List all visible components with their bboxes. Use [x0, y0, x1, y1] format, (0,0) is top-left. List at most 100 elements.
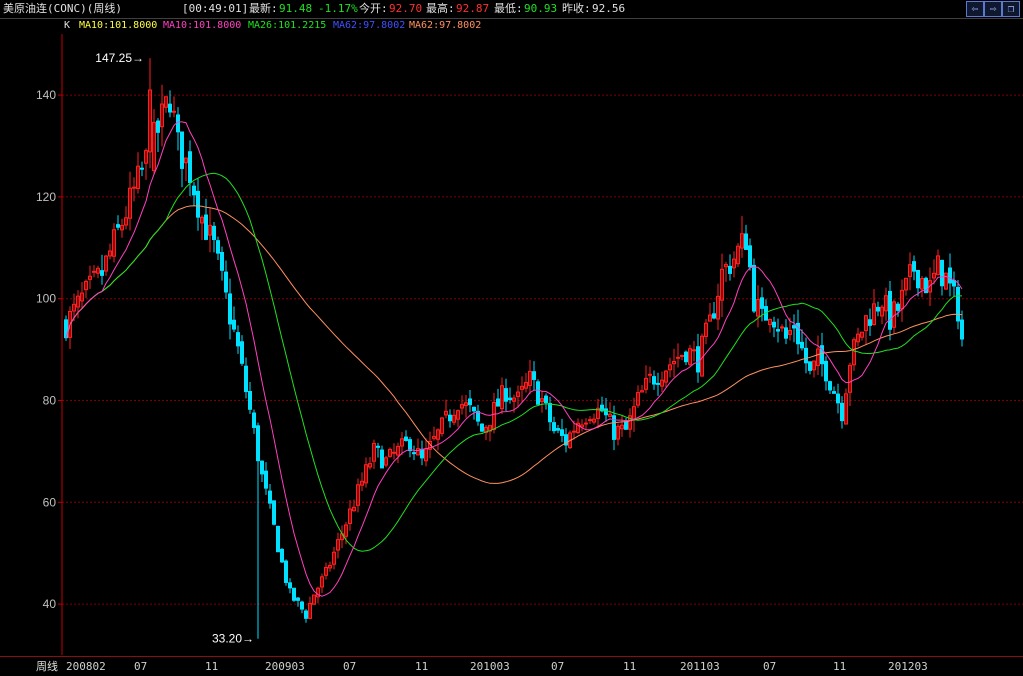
- candle-body: [92, 270, 96, 273]
- candle-body: [248, 391, 252, 410]
- candle-body: [276, 525, 280, 553]
- clock-time: [00:49:01]: [182, 2, 249, 15]
- candle-body: [268, 490, 272, 504]
- candle-body: [296, 597, 300, 601]
- candle-body: [132, 186, 136, 189]
- high-label: 最高:: [426, 2, 455, 15]
- candle-body: [448, 414, 452, 422]
- candle-body: [260, 460, 264, 475]
- candle-body: [748, 245, 752, 268]
- scroll-right-button[interactable]: ⇨: [984, 1, 1002, 17]
- change-percent: -1.17%: [318, 2, 358, 15]
- legend-ma10-yellow: MA10:101.8000: [79, 20, 158, 31]
- candle-body: [752, 264, 756, 312]
- candle-body: [832, 391, 836, 394]
- candle-body: [712, 313, 716, 319]
- candle-body: [552, 422, 556, 432]
- candle-body: [728, 265, 732, 274]
- candle-body: [808, 361, 812, 371]
- candle-body: [840, 402, 844, 422]
- candle-body: [824, 360, 828, 382]
- low-label: 最低:: [494, 2, 523, 15]
- candle-body: [504, 388, 508, 402]
- candle-body: [652, 376, 656, 385]
- candle-body: [216, 240, 220, 254]
- restore-button[interactable]: ❐: [1002, 1, 1020, 17]
- candle-body: [192, 185, 196, 196]
- candle-body: [868, 319, 872, 326]
- candle-body: [888, 290, 892, 330]
- x-tick-label: 200903: [265, 660, 305, 673]
- candle-body: [288, 582, 292, 589]
- candle-body: [168, 103, 172, 113]
- header-bar: 美原油连(CONC)(周线) [00:49:01] 最新: 91.48 -1.1…: [0, 0, 1023, 19]
- candle-body: [696, 346, 700, 373]
- candle-body: [604, 408, 608, 416]
- legend-ma26: MA26:101.2215: [248, 20, 327, 31]
- candle-body: [744, 233, 748, 250]
- candlestick-chart: 40 60 80 100 120 140 147.25→ 33.20→: [36, 34, 1023, 655]
- candle-body: [916, 269, 920, 289]
- x-tick-label: 07: [551, 660, 565, 673]
- low-annotation: 33.20→: [212, 632, 254, 646]
- candle-body: [800, 341, 804, 349]
- candle-body: [656, 382, 660, 385]
- candle-body: [876, 306, 880, 312]
- candle-body: [304, 610, 308, 619]
- candle-body: [480, 423, 484, 432]
- candle-body: [172, 110, 176, 113]
- x-tick-label: 07: [134, 660, 148, 673]
- x-tick-label: 201003: [470, 660, 510, 673]
- annotations: 147.25→ 33.20→: [95, 51, 254, 646]
- x-tick-label: 07: [763, 660, 777, 673]
- candle-body: [648, 373, 652, 376]
- candle-body: [292, 587, 296, 601]
- candle-body: [544, 395, 548, 404]
- y-axis: 40 60 80 100 120 140: [36, 34, 63, 655]
- candle-body: [780, 326, 784, 329]
- candle-body: [952, 279, 956, 287]
- scroll-left-button[interactable]: ⇦: [966, 1, 984, 17]
- candle-body: [224, 271, 228, 293]
- candle-body: [560, 429, 564, 436]
- candle-body: [300, 601, 304, 610]
- ma62-line: [65, 205, 963, 484]
- candle-body: [244, 365, 248, 393]
- candle-body: [496, 398, 500, 407]
- candle-body: [140, 167, 144, 170]
- x-tick-label: 201103: [680, 660, 720, 673]
- x-tick-label: 11: [833, 660, 847, 673]
- candle-body: [180, 131, 184, 169]
- open-label: 今开:: [359, 2, 388, 15]
- candle-body: [624, 421, 628, 430]
- y-tick-label: 140: [36, 88, 56, 102]
- legend-k: K: [64, 20, 71, 31]
- candle-body: [232, 319, 236, 330]
- grid-lines: [62, 94, 1023, 605]
- candle-body: [692, 349, 696, 352]
- y-tick-label: 80: [43, 393, 57, 407]
- candle-body: [940, 259, 944, 287]
- candle-body: [828, 381, 832, 391]
- candle-body: [376, 445, 380, 448]
- x-tick-label: 07: [343, 660, 357, 673]
- candle-body: [412, 452, 416, 455]
- candle-body: [228, 293, 232, 325]
- candle-body: [404, 436, 408, 441]
- candle-body: [468, 398, 472, 406]
- candle-body: [556, 428, 560, 431]
- prev-close-value: 92.56: [592, 2, 626, 15]
- x-tick-label: 11: [415, 660, 429, 673]
- y-tick-label: 40: [43, 597, 57, 611]
- legend-ma62-blue: MA62:97.8002: [333, 20, 406, 31]
- candle-body: [116, 224, 120, 228]
- ma10-line: [65, 121, 963, 597]
- candle-body: [676, 356, 680, 359]
- candle-body: [236, 332, 240, 347]
- candle-body: [960, 319, 964, 340]
- x-tick-label: 11: [205, 660, 219, 673]
- candle-body: [772, 321, 776, 328]
- x-tick-label: 11: [623, 660, 637, 673]
- candle-body: [212, 225, 216, 240]
- candle-body: [548, 402, 552, 423]
